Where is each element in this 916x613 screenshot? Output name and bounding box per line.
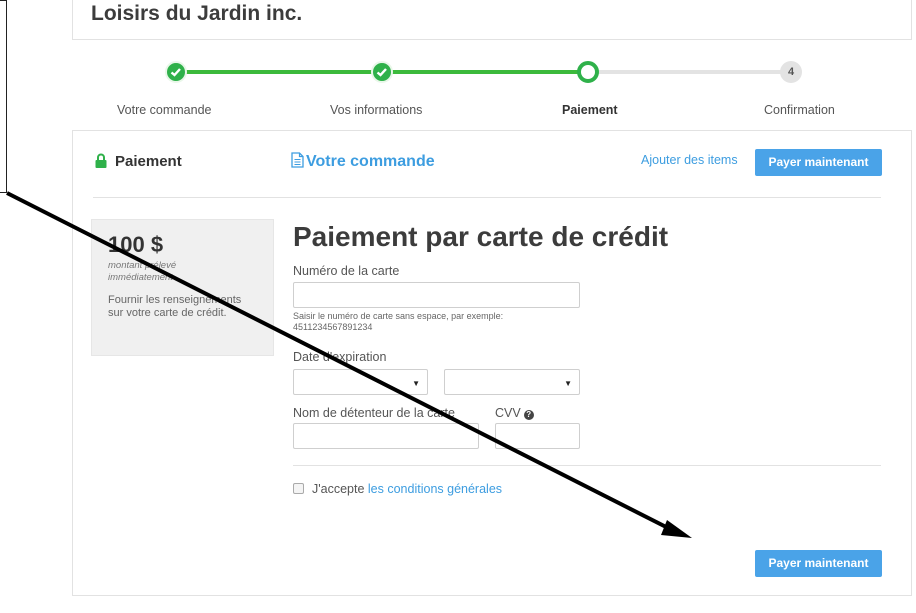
tab-order[interactable]: Votre commande (291, 152, 435, 173)
pay-now-button-bottom[interactable]: Payer maintenant (755, 550, 882, 577)
step-1-check-icon[interactable] (165, 61, 187, 83)
step-label-info[interactable]: Vos informations (330, 103, 422, 117)
tab-order-label: Votre commande (306, 153, 435, 170)
checkout-progress: 4 Votre commande Vos informations Paieme… (72, 58, 912, 122)
terms-link[interactable]: les conditions générales (368, 482, 502, 496)
step-3-current-dot (577, 61, 599, 83)
cvv-input[interactable] (495, 423, 580, 449)
holder-label: Nom de détenteur de la carte (293, 406, 455, 420)
progress-line-pending (589, 70, 792, 74)
step-2-check-icon[interactable] (371, 61, 393, 83)
amount-value: 100 $ (108, 232, 164, 257)
chevron-down-icon: ▼ (564, 379, 572, 388)
summary-description: Fournir les renseignements sur votre car… (108, 294, 242, 319)
step-label-order[interactable]: Votre commande (117, 103, 212, 117)
expiry-year-select[interactable]: ▼ (444, 369, 580, 395)
lock-icon (95, 153, 107, 172)
terms-row: J'accepte les conditions générales (293, 482, 502, 496)
card-number-label: Numéro de la carte (293, 264, 400, 278)
help-circle-icon[interactable]: ? (523, 410, 534, 420)
terms-divider (293, 465, 881, 466)
terms-prefix: J'accepte (312, 482, 365, 496)
cvv-label: CVV? (495, 406, 534, 420)
store-header: Loisirs du Jardin inc. (72, 0, 912, 40)
card-number-input[interactable] (293, 282, 580, 308)
amount-summary: 100 $ montant prélevé immédiatement Four… (91, 219, 274, 356)
tab-payment-label: Paiement (115, 153, 182, 170)
holder-name-input[interactable] (293, 423, 479, 449)
store-name: Loisirs du Jardin inc. (91, 2, 303, 25)
document-icon (291, 152, 304, 173)
tab-payment[interactable]: Paiement (95, 153, 182, 172)
step-4-number: 4 (780, 61, 802, 83)
expiry-month-select[interactable]: ▼ (293, 369, 428, 395)
header-divider (93, 197, 881, 198)
cvv-label-text: CVV (495, 406, 521, 420)
card-number-hint: Saisir le numéro de carte sans espace, p… (293, 311, 504, 332)
pay-now-button-top[interactable]: Payer maintenant (755, 149, 882, 176)
step-label-payment: Paiement (562, 103, 618, 117)
payment-card: Paiement Votre commande Ajouter des item… (72, 130, 912, 596)
expiry-label: Date d'expiration (293, 350, 387, 364)
amount-note: montant prélevé immédiatement (108, 260, 177, 283)
step-label-confirmation: Confirmation (764, 103, 835, 117)
chevron-down-icon: ▼ (412, 379, 420, 388)
add-items-link[interactable]: Ajouter des items (641, 153, 738, 167)
terms-checkbox[interactable] (293, 483, 304, 494)
annotation-callout-box (0, 0, 7, 193)
form-title: Paiement par carte de crédit (293, 221, 669, 252)
